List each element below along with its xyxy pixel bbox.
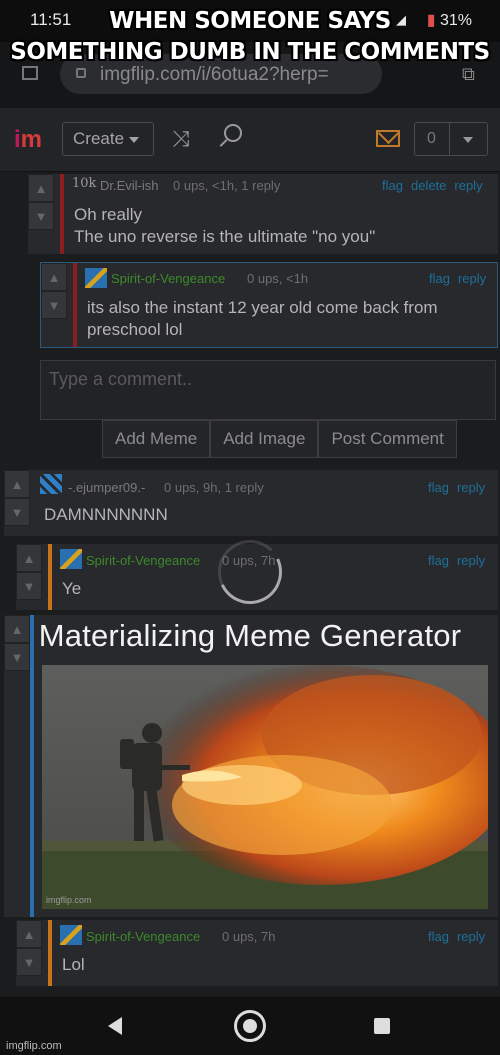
avatar [40, 474, 62, 494]
divider [449, 123, 450, 155]
comment-body: Ye [62, 578, 81, 600]
flag-link[interactable]: flag [428, 929, 449, 944]
vote-controls: ▲ ▼ [28, 174, 54, 230]
chevron-down-icon[interactable] [463, 137, 473, 143]
home-icon[interactable] [22, 66, 38, 80]
comment-input[interactable]: Type a comment.. [40, 360, 496, 420]
comment-meta: 0 ups, <1h [247, 271, 309, 286]
imgflip-watermark: imgflip.com [6, 1040, 62, 1052]
comment-line: Oh really [74, 205, 143, 224]
avatar [60, 549, 82, 569]
comment-body: Oh really The uno reverse is the ultimat… [74, 204, 375, 248]
comment-author[interactable]: Spirit-of-Vengeance [111, 271, 225, 286]
system-nav-bar [0, 997, 500, 1055]
lock-icon [76, 68, 86, 78]
mail-icon[interactable] [376, 130, 400, 147]
comment-meme-image[interactable]: imgflip.com [42, 665, 488, 909]
vote-controls: ▲ ▼ [16, 920, 42, 976]
reply-link[interactable]: reply [457, 929, 485, 944]
comment-body: DAMNNNNNNN [44, 504, 168, 526]
upvote-arrow-icon[interactable]: ▲ [28, 174, 54, 202]
search-icon[interactable] [224, 124, 242, 142]
reply-link[interactable]: reply [457, 553, 485, 568]
comment-line: Ye [62, 579, 82, 598]
comment-author[interactable]: -.ejumper09.- [68, 480, 145, 495]
comment-form-buttons: Add Meme Add Image Post Comment [102, 420, 457, 458]
comment-line: DAMNNNNNNN [44, 505, 168, 524]
downvote-arrow-icon[interactable]: ▼ [28, 202, 54, 230]
imgflip-logo[interactable]: im [14, 126, 42, 154]
flag-link[interactable]: flag [429, 271, 450, 286]
flag-link[interactable]: flag [382, 178, 403, 193]
comment-actions: flag reply [420, 553, 485, 568]
flag-link[interactable]: flag [428, 480, 449, 495]
notification-count: 0 [427, 130, 436, 147]
comment: ▲ ▼ -.ejumper09.- 0 ups, 9h, 1 reply fla… [4, 470, 498, 536]
comment-depth-bar [73, 263, 77, 347]
recents-icon[interactable] [374, 1018, 390, 1034]
reply-link[interactable]: reply [457, 480, 485, 495]
vote-controls: ▲ ▼ [4, 470, 30, 526]
back-icon[interactable] [108, 1017, 122, 1035]
create-button[interactable]: Create [62, 122, 154, 156]
comment-meta: 0 ups, <1h, 1 reply [173, 178, 281, 193]
loading-message: Materializing Meme Generator [38, 618, 462, 653]
delete-link[interactable]: delete [411, 178, 446, 193]
comment-author[interactable]: Spirit-of-Vengeance [86, 553, 200, 568]
meme-caption: WHEN SOMEONE SAYS SOMETHING DUMB IN THE … [0, 6, 500, 68]
shuffle-icon[interactable]: ⤨ [172, 126, 190, 152]
comment-author[interactable]: Dr.Evil-ish [100, 178, 159, 193]
comment-line: its also the instant 12 year old come ba… [87, 298, 438, 317]
downvote-arrow-icon[interactable]: ▼ [16, 572, 42, 600]
caption-line-2: SOMETHING DUMB IN THE COMMENTS [10, 39, 490, 65]
downvote-arrow-icon[interactable]: ▼ [41, 291, 67, 319]
comment-line: Lol [62, 955, 85, 974]
comment: ▲ ▼ Spirit-of-Vengeance 0 ups, <1h flag r… [40, 262, 498, 348]
comment-depth-bar [30, 615, 34, 917]
comment-body: its also the instant 12 year old come ba… [87, 297, 438, 341]
upvote-arrow-icon[interactable]: ▲ [16, 920, 42, 948]
add-meme-button[interactable]: Add Meme [102, 420, 211, 458]
downvote-arrow-icon[interactable]: ▼ [16, 948, 42, 976]
image-watermark: imgflip.com [46, 895, 92, 905]
comment-input-placeholder: Type a comment.. [49, 369, 193, 389]
comment: ▲ ▼ Spirit-of-Vengeance 0 ups, 7h flag re… [16, 920, 498, 986]
vote-controls: ▲ ▼ [41, 263, 67, 319]
comment-meta: 0 ups, 7h [222, 929, 276, 944]
comment-actions: flag reply [420, 480, 485, 495]
comment-author[interactable]: Spirit-of-Vengeance [86, 929, 200, 944]
comment-depth-bar [48, 544, 52, 610]
downvote-arrow-icon[interactable]: ▼ [4, 498, 30, 526]
add-image-button[interactable]: Add Image [210, 420, 319, 458]
home-button-icon[interactable] [234, 1010, 266, 1042]
upvote-arrow-icon[interactable]: ▲ [41, 263, 67, 291]
comment-body: Lol [62, 954, 85, 976]
comment-line: preschool lol [87, 320, 183, 339]
avatar [60, 925, 82, 945]
upvote-arrow-icon[interactable]: ▲ [4, 470, 30, 498]
comment-actions: flag reply [421, 271, 486, 286]
reply-link[interactable]: reply [454, 178, 482, 193]
comment-actions: flag reply [420, 929, 485, 944]
comment: ▲ ▼ 10k Dr.Evil-ish 0 ups, <1h, 1 reply … [28, 174, 498, 254]
comment-line: The uno reverse is the ultimate "no you" [74, 227, 376, 246]
rank-badge: 10k [72, 176, 97, 191]
reply-link[interactable]: reply [458, 271, 486, 286]
notifications-button[interactable]: 0 [414, 122, 488, 156]
create-label: Create [73, 129, 125, 148]
flamethrower-image: imgflip.com [42, 665, 488, 909]
upvote-arrow-icon[interactable]: ▲ [16, 544, 42, 572]
chevron-down-icon [129, 136, 140, 143]
flag-link[interactable]: flag [428, 553, 449, 568]
comment-meta: 0 ups, 9h, 1 reply [164, 480, 264, 495]
caption-line-1: WHEN SOMEONE SAYS [109, 8, 391, 34]
comment-depth-bar [48, 920, 52, 986]
post-comment-button[interactable]: Post Comment [318, 420, 457, 458]
comment-actions: flag delete reply [374, 178, 483, 193]
vote-controls: ▲ ▼ [16, 544, 42, 600]
avatar [85, 268, 107, 288]
comment-depth-bar [60, 174, 64, 254]
site-header: im Create ⤨ 0 [0, 108, 500, 172]
